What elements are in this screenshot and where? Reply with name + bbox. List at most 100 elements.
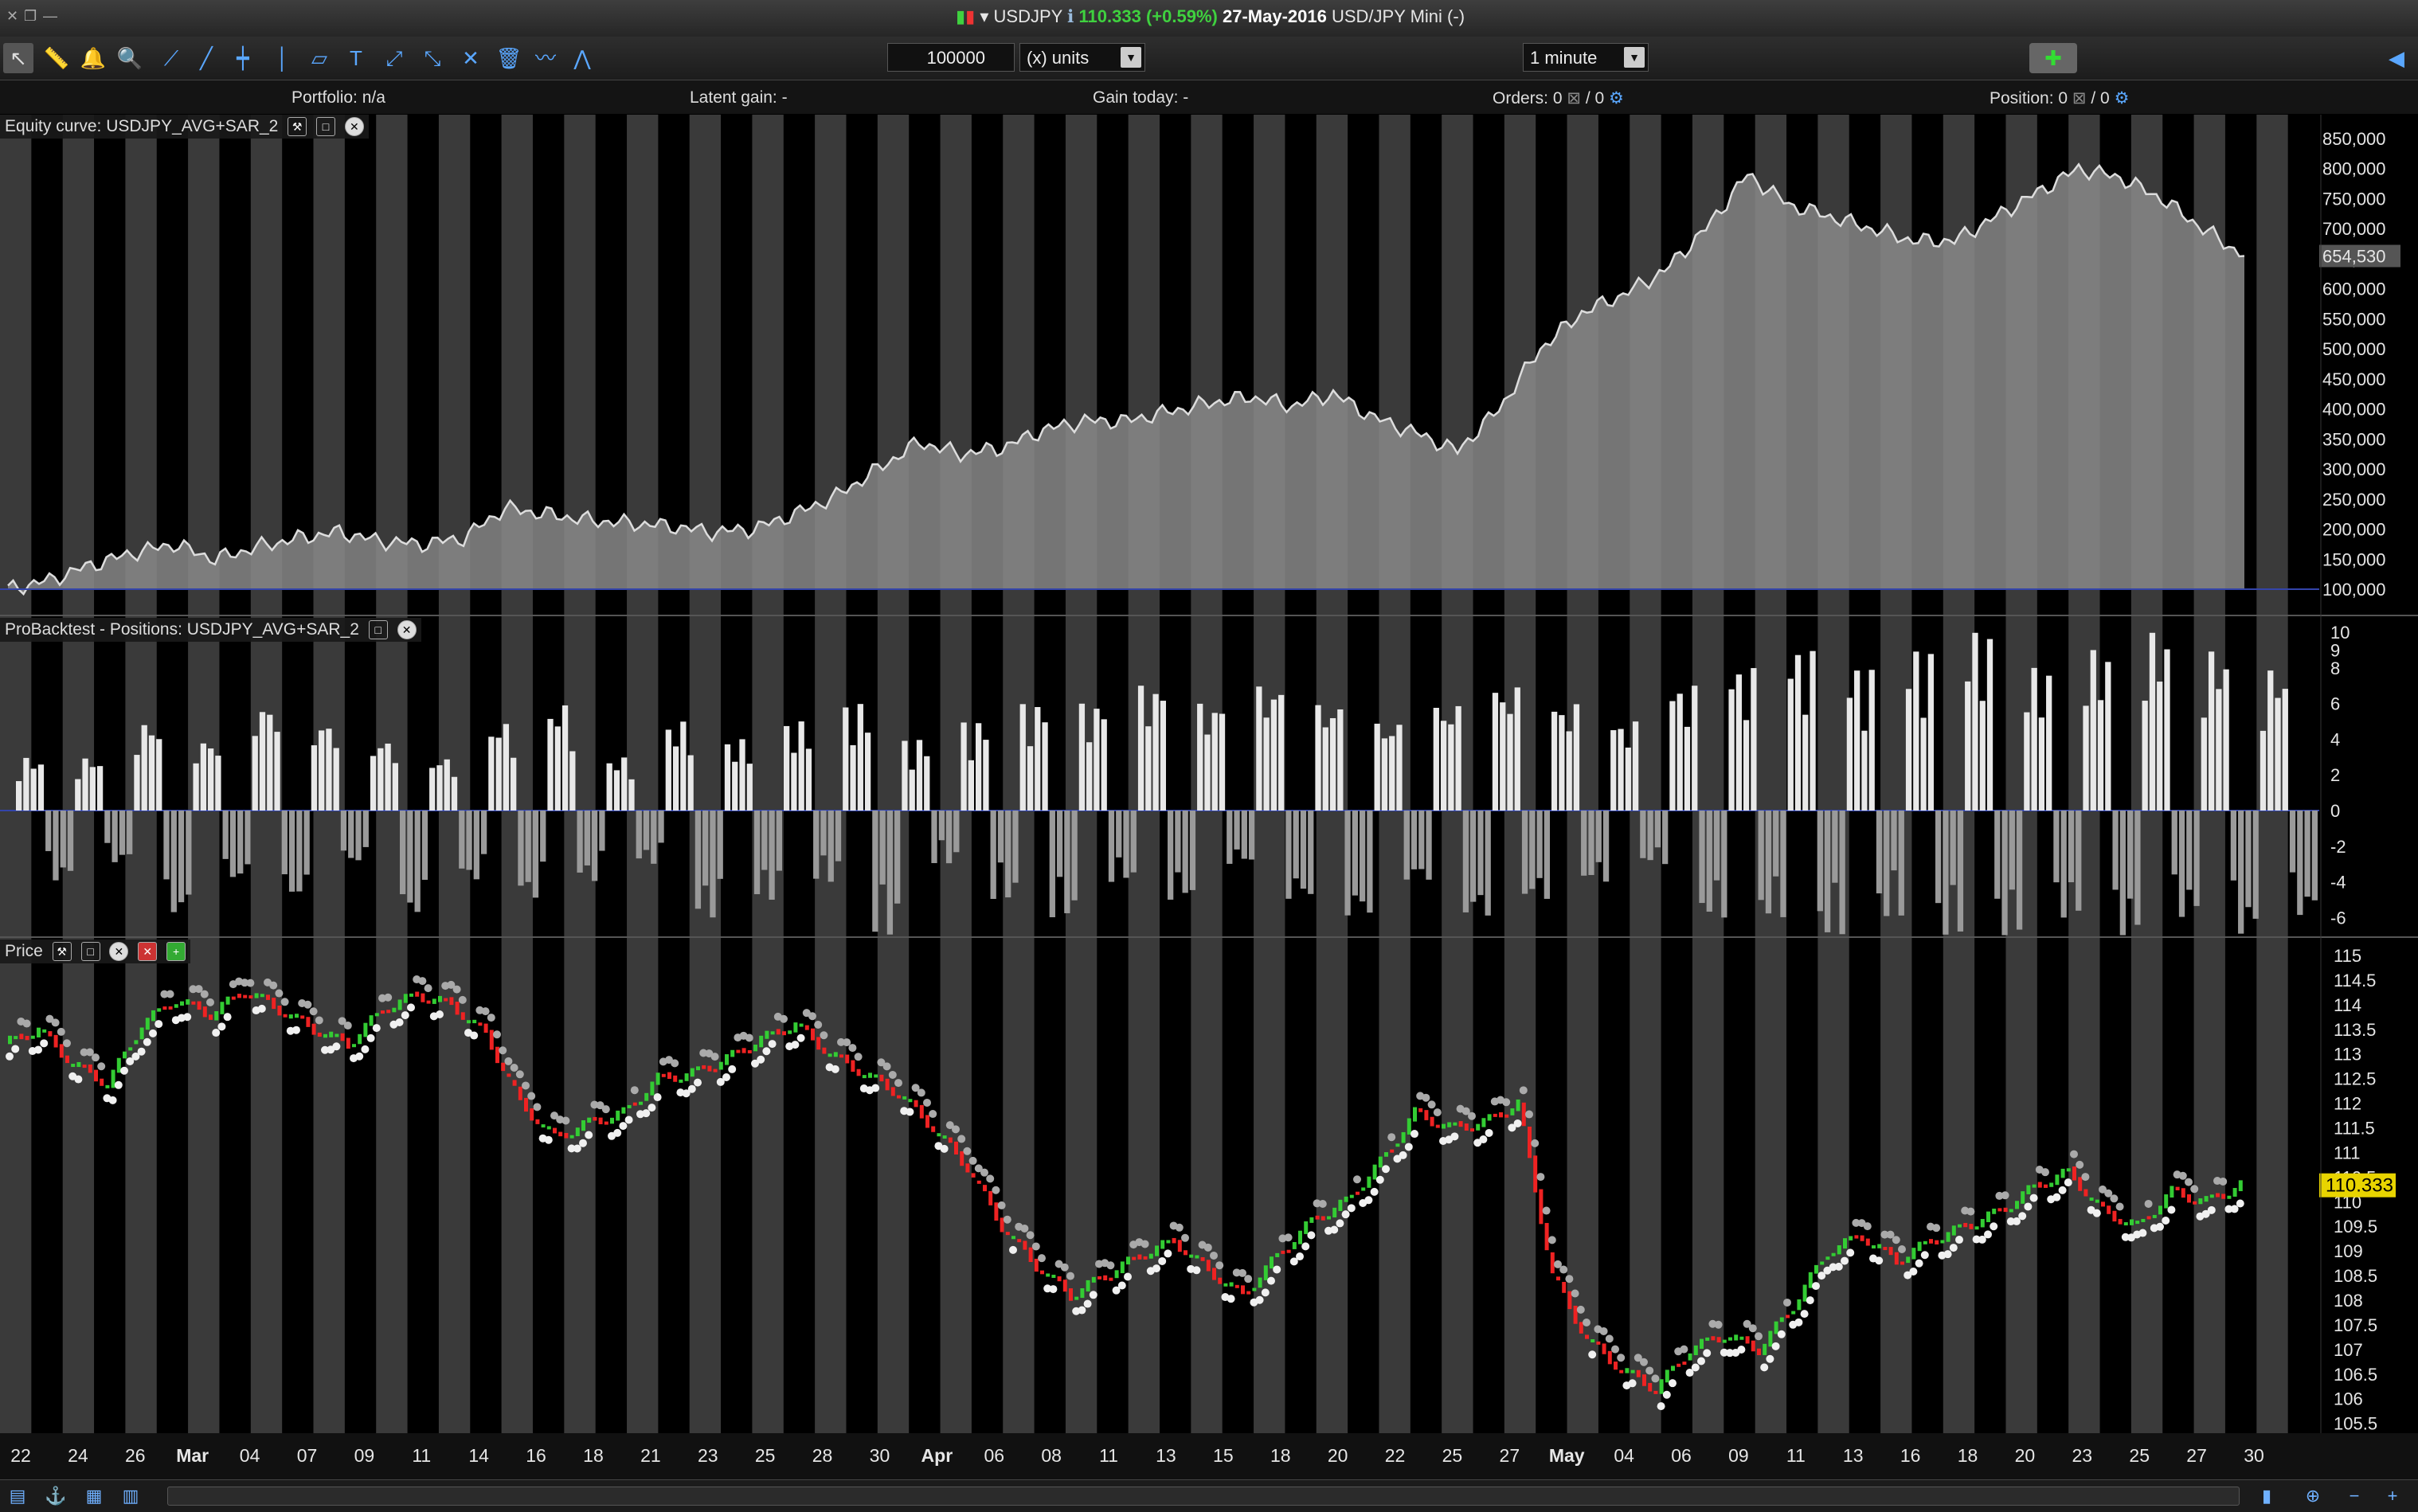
short-position-bar <box>104 811 111 843</box>
sar-dot <box>1227 1295 1235 1303</box>
down-candle <box>1418 1108 1423 1112</box>
down-candle <box>845 1054 850 1064</box>
sar-dot <box>1915 1259 1923 1268</box>
long-position-bar <box>1854 670 1860 811</box>
layout-icon[interactable]: ▤ <box>6 1485 29 1507</box>
down-candle <box>1648 1382 1653 1392</box>
down-candle <box>1034 1258 1039 1272</box>
maximize-icon[interactable]: □ <box>80 942 100 962</box>
down-candle <box>2175 1186 2180 1191</box>
sar-dot <box>1296 1252 1304 1261</box>
up-candle <box>833 1052 838 1057</box>
long-position-bar <box>1094 709 1100 811</box>
down-candle <box>1241 1285 1245 1295</box>
long-position-bar <box>2201 717 2207 811</box>
long-position-bar <box>1219 713 1226 811</box>
positions-tick-label: 9 <box>2330 640 2340 660</box>
short-position-bar <box>872 811 878 932</box>
delete-icon[interactable]: ✕ <box>138 942 158 962</box>
short-position-bar <box>1884 811 1890 916</box>
sar-dot <box>34 1045 42 1054</box>
long-position-bar <box>1500 702 1506 811</box>
horizontal-scrollbar[interactable] <box>167 1487 2240 1506</box>
down-candle <box>1602 1343 1606 1354</box>
positions-tick-label: -2 <box>2330 837 2346 857</box>
down-candle <box>839 1054 843 1058</box>
down-candle <box>2078 1177 2083 1191</box>
down-candle <box>804 1025 809 1030</box>
maximize-icon[interactable]: □ <box>368 620 388 640</box>
maximize-icon[interactable]: □ <box>316 117 336 137</box>
link-icon[interactable]: ⚓ <box>45 1485 67 1507</box>
long-position-bar <box>628 779 635 811</box>
sar-dot <box>1427 1100 1436 1109</box>
short-position-bar <box>303 811 310 875</box>
long-position-bar <box>1278 694 1285 811</box>
short-position-bar <box>1344 811 1351 916</box>
down-candle <box>444 998 448 1002</box>
up-candle <box>1051 1274 1056 1278</box>
grid-icon[interactable]: ▦ <box>83 1485 105 1507</box>
long-position-bar <box>511 757 517 811</box>
up-candle <box>1722 1339 1727 1343</box>
date-label: 25 <box>2129 1445 2150 1466</box>
zoom-out-icon[interactable]: − <box>2343 1485 2365 1507</box>
down-candle <box>988 1190 993 1205</box>
day-stripe <box>627 115 659 1433</box>
down-candle <box>553 1127 557 1134</box>
close-icon[interactable]: ✕ <box>344 117 364 137</box>
down-candle <box>667 1072 671 1079</box>
wrench-icon[interactable]: ⚒ <box>288 117 307 137</box>
sar-dot <box>1301 1242 1310 1251</box>
date-label: 23 <box>698 1445 718 1466</box>
bars-icon[interactable]: ▥ <box>119 1485 142 1507</box>
chart-type-icon[interactable]: ▮ <box>2256 1485 2278 1507</box>
down-candle <box>1430 1116 1434 1127</box>
down-candle <box>25 1036 29 1041</box>
add-icon[interactable]: + <box>166 942 186 962</box>
short-position-bar <box>163 811 170 880</box>
zoom-fit-icon[interactable]: ⊕ <box>2302 1485 2324 1507</box>
sar-dot <box>1468 1112 1476 1120</box>
sar-dot <box>1794 1318 1803 1326</box>
long-position-bar <box>311 745 318 811</box>
sar-dot <box>424 984 432 993</box>
close-icon[interactable]: ✕ <box>109 942 129 962</box>
short-position-bar <box>753 811 761 895</box>
down-candle <box>1062 1280 1067 1292</box>
down-candle <box>1894 1252 1899 1265</box>
up-candle <box>2141 1218 2146 1222</box>
down-candle <box>202 1006 207 1018</box>
sar-dot <box>200 990 209 998</box>
sar-dot <box>436 1010 444 1019</box>
long-position-bar <box>267 714 273 811</box>
equity-tick-label: 500,000 <box>2322 339 2386 359</box>
down-candle <box>460 1012 465 1020</box>
up-candle <box>1384 1152 1388 1157</box>
day-stripe <box>62 115 95 1433</box>
up-candle <box>1843 1238 1847 1249</box>
short-position-bar <box>1588 811 1594 875</box>
sar-dot <box>1502 1098 1511 1107</box>
sar-dot <box>1669 1379 1677 1388</box>
down-candle <box>1315 1215 1320 1220</box>
up-candle <box>2130 1219 2134 1225</box>
sar-dot <box>1382 1165 1390 1174</box>
down-candle <box>1281 1250 1285 1254</box>
zoom-in-icon[interactable]: + <box>2381 1485 2404 1507</box>
sar-dot <box>499 1046 507 1055</box>
up-candle <box>765 1030 769 1039</box>
up-candle <box>397 999 402 1010</box>
sar-dot <box>481 1007 490 1016</box>
up-candle <box>409 993 413 997</box>
wrench-icon[interactable]: ⚒ <box>52 942 72 962</box>
close-icon[interactable]: ✕ <box>397 620 417 640</box>
sar-dot <box>458 995 467 1004</box>
up-candle <box>2164 1194 2169 1209</box>
short-position-bar <box>776 811 782 871</box>
up-candle <box>134 1040 139 1045</box>
chart-canvas[interactable]: 850,000800,000750,000700,000650,000600,0… <box>0 0 2418 1479</box>
short-position-bar <box>1839 811 1845 935</box>
short-position-bar <box>1182 811 1188 893</box>
sar-dot <box>1605 1334 1614 1343</box>
